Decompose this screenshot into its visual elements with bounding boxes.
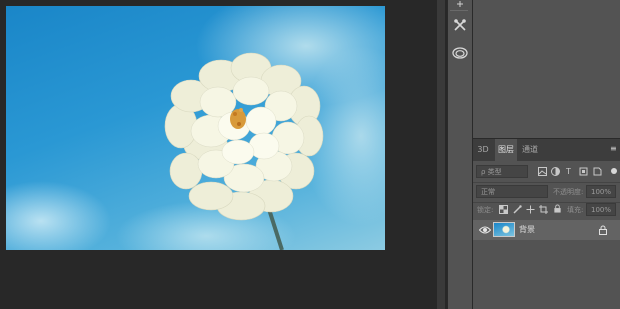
- smart-object-filter-icon[interactable]: [593, 167, 602, 176]
- dock-separator: [450, 10, 468, 11]
- type-filter-icon[interactable]: T: [566, 167, 571, 177]
- filter-kind-select[interactable]: ρ 类型: [476, 165, 528, 178]
- blend-mode-select[interactable]: 正常: [476, 185, 548, 198]
- fill-label: 填充:: [567, 206, 584, 214]
- tab-3d[interactable]: 3D: [473, 139, 493, 161]
- brush-settings-button[interactable]: [450, 15, 470, 35]
- tool-presets-icon: [457, 1, 463, 7]
- layer-filter-row: ρ 类型 T: [473, 163, 620, 181]
- layer-lock-icon: [599, 225, 607, 235]
- tool-presets-button[interactable]: [450, 0, 470, 8]
- lock-label: 锁定:: [477, 206, 494, 214]
- layer-name[interactable]: 背景: [519, 225, 535, 235]
- fill-input[interactable]: 100%: [586, 203, 616, 216]
- document-canvas[interactable]: [6, 6, 385, 250]
- blend-opacity-row: 正常 不透明度: 100%: [473, 183, 620, 201]
- visibility-eye-icon[interactable]: [479, 225, 491, 235]
- brush-settings-icon: [454, 19, 466, 31]
- shape-filter-icon[interactable]: [579, 167, 588, 176]
- lock-artboard-icon[interactable]: [539, 205, 548, 214]
- panel-menu-icon[interactable]: ≡: [610, 145, 618, 153]
- lock-fill-row: 锁定: 填充: 100%: [473, 201, 620, 219]
- layer-row-background[interactable]: 背景: [473, 220, 620, 240]
- panel-tab-bar: 3D 图层 通道 ≡: [473, 138, 620, 161]
- tab-layers[interactable]: 图层: [495, 139, 517, 161]
- layers-panel: 3D 图层 通道 ≡ ρ 类型 T 正常 不透明度: 100% 锁定: 填充: …: [473, 138, 620, 309]
- flower-photo: [164, 52, 324, 250]
- creative-cloud-libraries-icon: [452, 47, 468, 59]
- lock-position-icon[interactable]: [526, 205, 535, 214]
- opacity-label: 不透明度:: [553, 188, 584, 196]
- lock-all-icon[interactable]: [553, 204, 562, 213]
- adjustment-filter-icon[interactable]: [551, 167, 560, 176]
- filter-toggle-switch[interactable]: [611, 168, 617, 174]
- lock-pixels-icon[interactable]: [513, 205, 522, 214]
- opacity-input[interactable]: 100%: [586, 185, 616, 198]
- image-filter-icon[interactable]: [538, 167, 547, 176]
- panel-dock-divider[interactable]: [437, 0, 445, 309]
- lock-transparent-icon[interactable]: [499, 205, 508, 214]
- tab-channels[interactable]: 通道: [519, 139, 541, 161]
- libraries-button[interactable]: [450, 43, 470, 63]
- layer-thumbnail: [493, 222, 515, 237]
